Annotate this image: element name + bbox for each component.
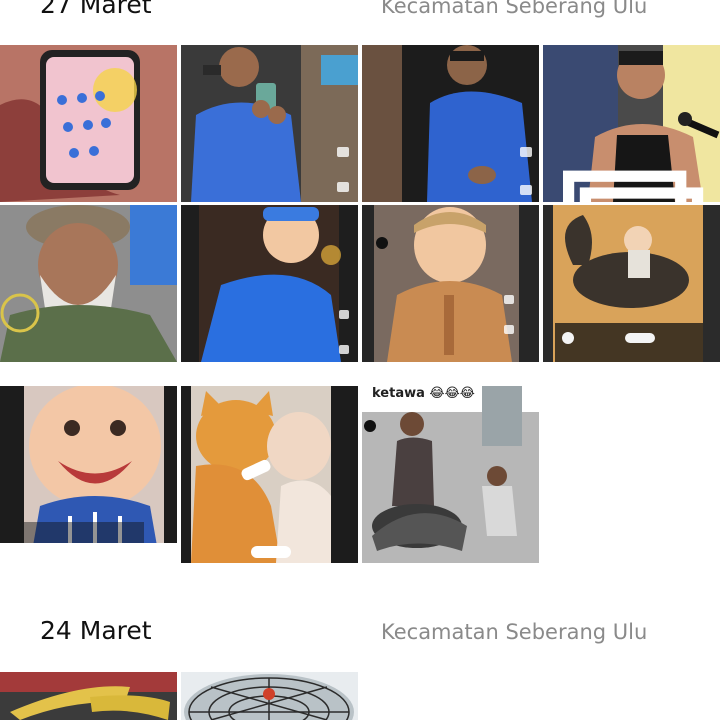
- date-label: 27 Maret: [40, 0, 152, 19]
- stack-icon: [553, 165, 720, 202]
- location-label[interactable]: Kecamatan Seberang Ulu: [381, 0, 647, 21]
- date-label: 24 Maret: [40, 616, 152, 645]
- section-header: 24 Maret Kecamatan Seberang Ulu: [0, 616, 720, 656]
- image-caption: ketawa 😂😂😂: [372, 386, 475, 401]
- photo-thumbnail[interactable]: [0, 672, 177, 720]
- photo-thumbnail[interactable]: ketawa 😂😂😂: [362, 386, 539, 563]
- location-label[interactable]: Kecamatan Seberang Ulu: [381, 617, 647, 647]
- photo-thumbnail[interactable]: [543, 45, 720, 202]
- photo-thumbnail[interactable]: [0, 386, 177, 543]
- photo-thumbnail[interactable]: [181, 386, 358, 563]
- photo-thumbnail[interactable]: [362, 205, 539, 362]
- section-header: 27 Maret Kecamatan Seberang Ulu: [0, 0, 720, 30]
- photo-thumbnail[interactable]: [543, 205, 720, 362]
- photo-thumbnail[interactable]: [181, 672, 358, 720]
- photo-thumbnail[interactable]: [181, 45, 358, 202]
- photo-thumbnail[interactable]: [181, 205, 358, 362]
- photo-thumbnail[interactable]: [0, 45, 177, 202]
- photo-thumbnail[interactable]: [362, 45, 539, 202]
- photo-thumbnail[interactable]: [0, 205, 177, 362]
